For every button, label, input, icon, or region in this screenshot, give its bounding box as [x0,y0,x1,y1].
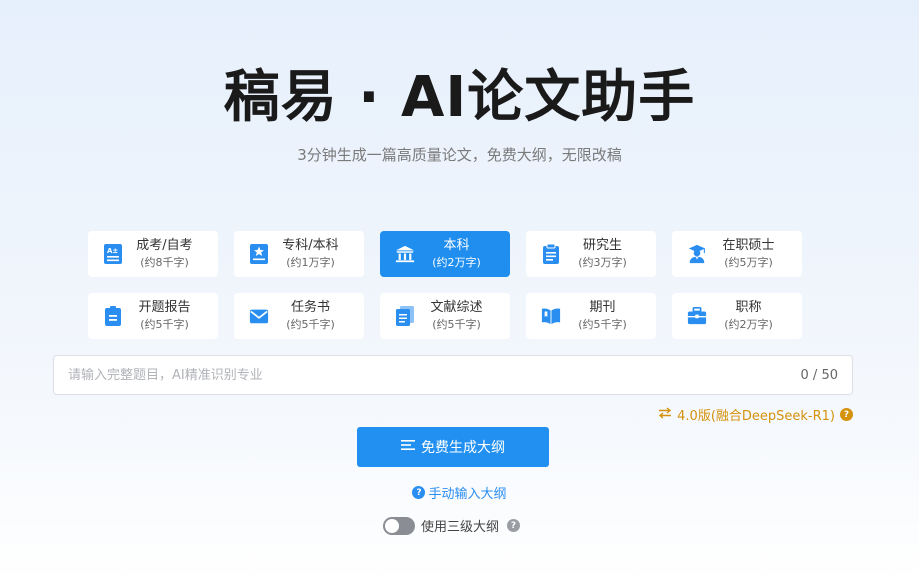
paper-type-name: 本科 [443,238,470,253]
paper-type-card[interactable]: 开题报告 (约5千字) [88,293,218,339]
version-info[interactable]: 4.0版(融合DeepSeek-R1) ? [658,405,853,424]
app-logo: 稿易 · AI论文助手 [0,66,919,148]
book-icon [541,305,561,327]
paper-type-name: 文献综述 [430,300,483,315]
graduate-icon [687,243,707,265]
paper-type-name: 专科/本科 [282,238,339,253]
three-level-outline-label: 使用三级大纲 [421,520,500,535]
paper-type-words: (约3万字) [578,256,627,269]
paper-type-name: 职称 [735,300,762,315]
paper-type-card-selected[interactable]: 本科 (约2万字) [380,231,510,277]
paper-type-words: (约2万字) [432,256,481,269]
paper-type-words: (约5千字) [578,318,627,331]
paper-type-name: 期刊 [589,300,616,315]
paper-type-words: (约5千字) [432,318,481,331]
topic-input[interactable] [68,367,801,383]
paper-type-card[interactable]: A± 成考/自考 (约8千字) [88,231,218,277]
topic-input-box: 0 / 50 [53,355,853,395]
paper-type-name: 在职硕士 [722,238,775,253]
report-icon [103,305,123,327]
paper-type-name: 任务书 [290,300,330,315]
envelope-icon [249,305,269,327]
paper-type-words: (约8千字) [140,256,189,269]
generate-outline-label: 免费生成大纲 [421,440,505,456]
paper-type-name: 开题报告 [138,300,191,315]
paper-type-words: (约1万字) [286,256,335,269]
svg-text:A±: A± [107,247,118,255]
version-label: 4.0版(融合DeepSeek-R1) [677,409,835,424]
paper-type-card[interactable]: 职称 (约2万字) [672,293,802,339]
paper-type-words: (约5万字) [724,256,773,269]
toggle-knob [385,518,399,533]
paper-type-name: 研究生 [582,238,622,253]
paper-type-card[interactable]: 任务书 (约5千字) [234,293,364,339]
manual-outline-label: 手动输入大纲 [428,487,507,502]
three-level-help-icon[interactable]: ? [507,519,521,532]
files-icon [395,305,415,327]
manual-outline-link[interactable]: ? 手动输入大纲 [0,483,919,502]
paper-type-card[interactable]: 期刊 (约5千字) [526,293,656,339]
logo-dot: · [358,65,381,130]
help-icon: ? [412,486,426,499]
logo-product: AI论文助手 [401,65,696,130]
clipboard-icon [541,243,561,265]
briefcase-icon [687,305,707,327]
institution-icon [395,243,415,265]
paper-type-card[interactable]: 文献综述 (约5千字) [380,293,510,339]
document-a-icon: A± [103,243,123,265]
paper-type-words: (约5千字) [286,318,335,331]
paper-type-grid: A± 成考/自考 (约8千字) 专科/本科 (约1万字) 本科 (约2万字) 研究生 (… [88,231,802,339]
paper-type-card[interactable]: 专科/本科 (约1万字) [234,231,364,277]
paper-type-card[interactable]: 研究生 (约3万字) [526,231,656,277]
three-level-outline-toggle[interactable] [383,516,415,535]
three-level-outline-row: 使用三级大纲 ? [383,516,521,535]
star-document-icon [249,243,269,265]
logo-brand: 稿易 [223,65,338,130]
list-icon [401,439,415,455]
swap-icon [658,406,672,423]
paper-type-words: (约5千字) [140,318,189,331]
paper-type-name: 成考/自考 [136,238,193,253]
page-subtitle: 3分钟生成一篇高质量论文，免费大纲，无限改稿 [297,146,622,164]
version-help-icon[interactable]: ? [840,408,853,421]
generate-outline-button[interactable]: 免费生成大纲 [357,427,549,467]
char-counter: 0 / 50 [800,367,838,383]
paper-type-words: (约2万字) [724,318,773,331]
paper-type-card[interactable]: 在职硕士 (约5万字) [672,231,802,277]
